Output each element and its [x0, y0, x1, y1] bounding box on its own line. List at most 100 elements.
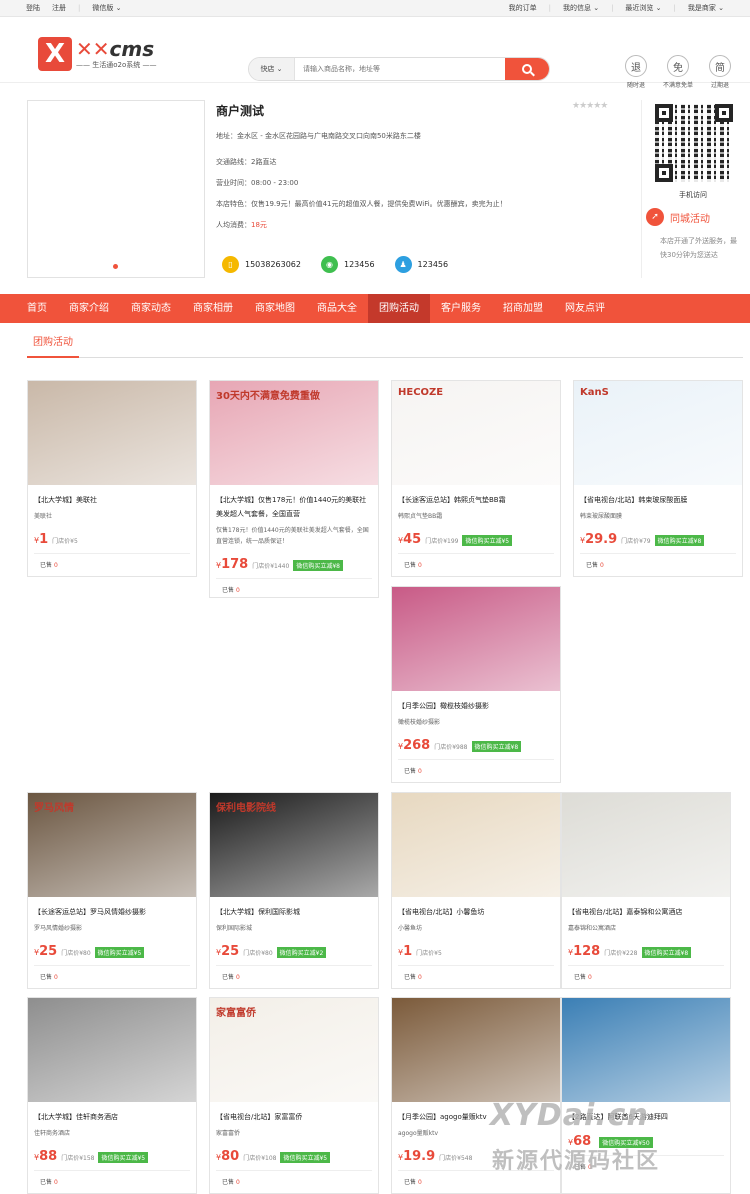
sold-number: 0 [235, 974, 240, 981]
wechat-discount-badge: 微信购买立减¥8 [293, 560, 343, 571]
search-type-select[interactable]: 快店 ⌄ [249, 58, 295, 80]
tab-group-buy[interactable]: 团购活动 [27, 330, 79, 358]
wechat-version-link[interactable]: 微信版 ⌄ [92, 3, 121, 13]
deal-image[interactable] [392, 998, 560, 1102]
site-logo[interactable]: X ✕✕cms —— 生活通o2o系统 —— [38, 37, 157, 71]
deal-title[interactable]: 【北大学城】佳轩商务酒店 [28, 1110, 196, 1124]
register-link[interactable]: 注册 [52, 3, 66, 13]
logo-xx-mark: ✕✕ [76, 36, 110, 61]
store-price: 门店价¥5 [416, 950, 442, 957]
sold-count: 已售 0 [398, 965, 554, 987]
shop-avg-consumption: 人均消费：18元 [216, 220, 267, 230]
refund-icon: 退 [625, 55, 647, 77]
store-price: 门店价¥158 [61, 1155, 95, 1162]
shop-info: 商户测试 [216, 102, 626, 119]
sold-count: 已售 0 [216, 1170, 372, 1192]
deal-price: ¥1 [398, 944, 412, 959]
deal-image[interactable]: KanS [574, 381, 742, 485]
deal-card[interactable]: 保利电影院线 【北大学城】保利国际影城 保利国际影城 ¥25 门店价¥80 微信购买立减¥… [209, 792, 379, 989]
deal-image-banner: 保利电影院线 [216, 803, 276, 814]
store-price: 门店价¥548 [439, 1155, 473, 1162]
shop-address: 地址：金水区 - 金水区花园路与广电南路交叉口向南50米路东二楼 [216, 132, 421, 140]
deal-image[interactable]: 保利电影院线 [210, 793, 378, 897]
nav-products[interactable]: 商品大全 [306, 294, 368, 323]
deal-image[interactable] [28, 998, 196, 1102]
deal-card[interactable]: 【省电视台/北站】嘉泰锦和公寓酒店 嘉泰锦和公寓酒店 ¥128 门店价¥228 微信购买… [561, 792, 731, 989]
nav-reviews[interactable]: 网友点评 [554, 294, 616, 323]
merchant-menu[interactable]: 我是商家 ⌄ [688, 3, 724, 13]
promise-free-order[interactable]: 免不满意免单 [662, 55, 694, 89]
price-row: ¥25 门店价¥80 微信购买立减¥2 [210, 944, 378, 959]
deal-card[interactable]: 罗马风情 【长途客运总站】罗马风情婚纱摄影 罗马风情婚纱摄影 ¥25 门店价¥80 微信购… [27, 792, 197, 989]
search-input[interactable] [295, 65, 505, 73]
my-orders-link[interactable]: 我的订单 [509, 3, 537, 13]
deal-title[interactable]: 【北大学城】仅售178元！价值1440元的美联社美发超人气套餐，全国直营 [210, 493, 378, 521]
deal-card[interactable]: 【北大学城】美联社 美联社 ¥1 门店价¥5 已售 0 [27, 380, 197, 577]
my-info-menu[interactable]: 我的信息 ⌄ [563, 3, 599, 13]
deal-title[interactable]: 【北大学城】保利国际影城 [210, 905, 378, 919]
deal-title[interactable]: 【省电视台/北站】家富富侨 [210, 1110, 378, 1124]
deal-card[interactable]: 30天内不满意免费重做【北大学城】仅售178元！价值1440元的美联社美发超人气… [209, 380, 379, 598]
promise-expired-refund[interactable]: 简过期退 [704, 55, 736, 89]
deal-card[interactable]: 【北大学城】佳轩商务酒店 佳轩商务酒店 ¥88 门店价¥158 微信购买立减¥5 已售 0 [27, 997, 197, 1194]
qq-contact[interactable]: ♟ 123456 [394, 256, 448, 273]
sold-number: 0 [53, 562, 58, 569]
nav-map[interactable]: 商家地图 [244, 294, 306, 323]
deal-title[interactable]: 【省电视台/北站】韩束玻尿酸面膜 [574, 493, 742, 507]
merchant-label: 我是商家 [687, 4, 716, 12]
login-link[interactable]: 登陆 [26, 3, 40, 13]
deal-image[interactable]: 30天内不满意免费重做 [210, 381, 378, 485]
carousel-dot[interactable] [113, 264, 118, 269]
deal-title[interactable]: 【省电视台/北站】嘉泰锦和公寓酒店 [562, 905, 730, 919]
phone-contact[interactable]: ▯ 15038263062 [222, 256, 301, 273]
deal-image[interactable]: HECOZE [392, 381, 560, 485]
deal-image[interactable] [562, 793, 730, 897]
shop-photo-carousel[interactable] [27, 100, 205, 278]
search-button[interactable] [505, 58, 549, 80]
deal-title[interactable]: 【月季公园】橄榄枝婚纱摄影 [392, 699, 560, 713]
deal-title[interactable]: 【北大学城】美联社 [28, 493, 196, 507]
sold-number: 0 [417, 562, 422, 569]
deal-image[interactable] [392, 793, 560, 897]
sold-number: 0 [417, 768, 422, 775]
divider: | [548, 4, 551, 12]
deal-title[interactable]: 【长途客运总站】罗马风情婚纱摄影 [28, 905, 196, 919]
nav-home[interactable]: 首页 [16, 294, 58, 323]
deal-price: ¥80 [216, 1149, 239, 1164]
nav-album[interactable]: 商家相册 [182, 294, 244, 323]
deal-price: ¥29.9 [580, 532, 617, 547]
nav-join[interactable]: 招商加盟 [492, 294, 554, 323]
nav-group-buy[interactable]: 团购活动 [368, 294, 430, 323]
deal-title[interactable]: 【省电视台/北站】小馨鱼坊 [392, 905, 560, 919]
deal-card[interactable]: KanS 【省电视台/北站】韩束玻尿酸面膜 韩束玻尿酸面膜 ¥29.9 门店价¥79 微信… [573, 380, 743, 577]
deal-card[interactable]: 【省电视台/北站】小馨鱼坊 小馨鱼坊 ¥1 门店价¥5 已售 0 [391, 792, 561, 989]
deal-price-value: 268 [403, 738, 431, 753]
deal-price-value: 19.9 [403, 1149, 436, 1164]
qr-code [655, 104, 733, 182]
wechat-contact[interactable]: ◉ 123456 [321, 256, 375, 273]
nav-news[interactable]: 商家动态 [120, 294, 182, 323]
deal-card[interactable]: HECOZE 【长途客运总站】韩熙贞气垫BB霜 韩熙贞气垫BB霜 ¥45 门店价¥199… [391, 380, 561, 577]
promise-anytime-refund[interactable]: 退随时退 [620, 55, 652, 89]
nav-service[interactable]: 客户服务 [430, 294, 492, 323]
free-icon: 免 [667, 55, 689, 77]
deal-subtitle: 仅售178元！价值1440元的美联社美发超人气套餐，全国直营连锁，统一品质保证！ [216, 527, 369, 545]
sold-count: 已售 0 [34, 1170, 190, 1192]
price-row: ¥128 门店价¥228 微信购买立减¥8 [562, 944, 730, 959]
deal-card[interactable]: 【月季公园】橄榄枝婚纱摄影 橄榄枝婚纱摄影 ¥268 门店价¥988 微信购买立减¥8 已… [391, 586, 561, 783]
city-activity[interactable]: ➚ 同城活动 [646, 208, 710, 226]
deal-image[interactable]: 罗马风情 [28, 793, 196, 897]
sold-number: 0 [417, 1179, 422, 1186]
deal-image[interactable] [392, 587, 560, 691]
deal-image[interactable] [28, 381, 196, 485]
deal-card[interactable]: 家富富侨 【省电视台/北站】家富富侨 家富富侨 ¥80 门店价¥108 微信购买立减¥5 已… [209, 997, 379, 1194]
deal-image[interactable]: 家富富侨 [210, 998, 378, 1102]
qq-icon: ♟ [394, 256, 412, 273]
price-row: ¥1 门店价¥5 [28, 532, 196, 547]
deal-image[interactable] [562, 998, 730, 1102]
deal-title[interactable]: 【长途客运总站】韩熙贞气垫BB霜 [392, 493, 560, 507]
deal-price: ¥1 [34, 532, 48, 547]
recent-menu[interactable]: 最近浏览 ⌄ [625, 3, 661, 13]
nav-intro[interactable]: 商家介绍 [58, 294, 120, 323]
sold-number: 0 [235, 1179, 240, 1186]
